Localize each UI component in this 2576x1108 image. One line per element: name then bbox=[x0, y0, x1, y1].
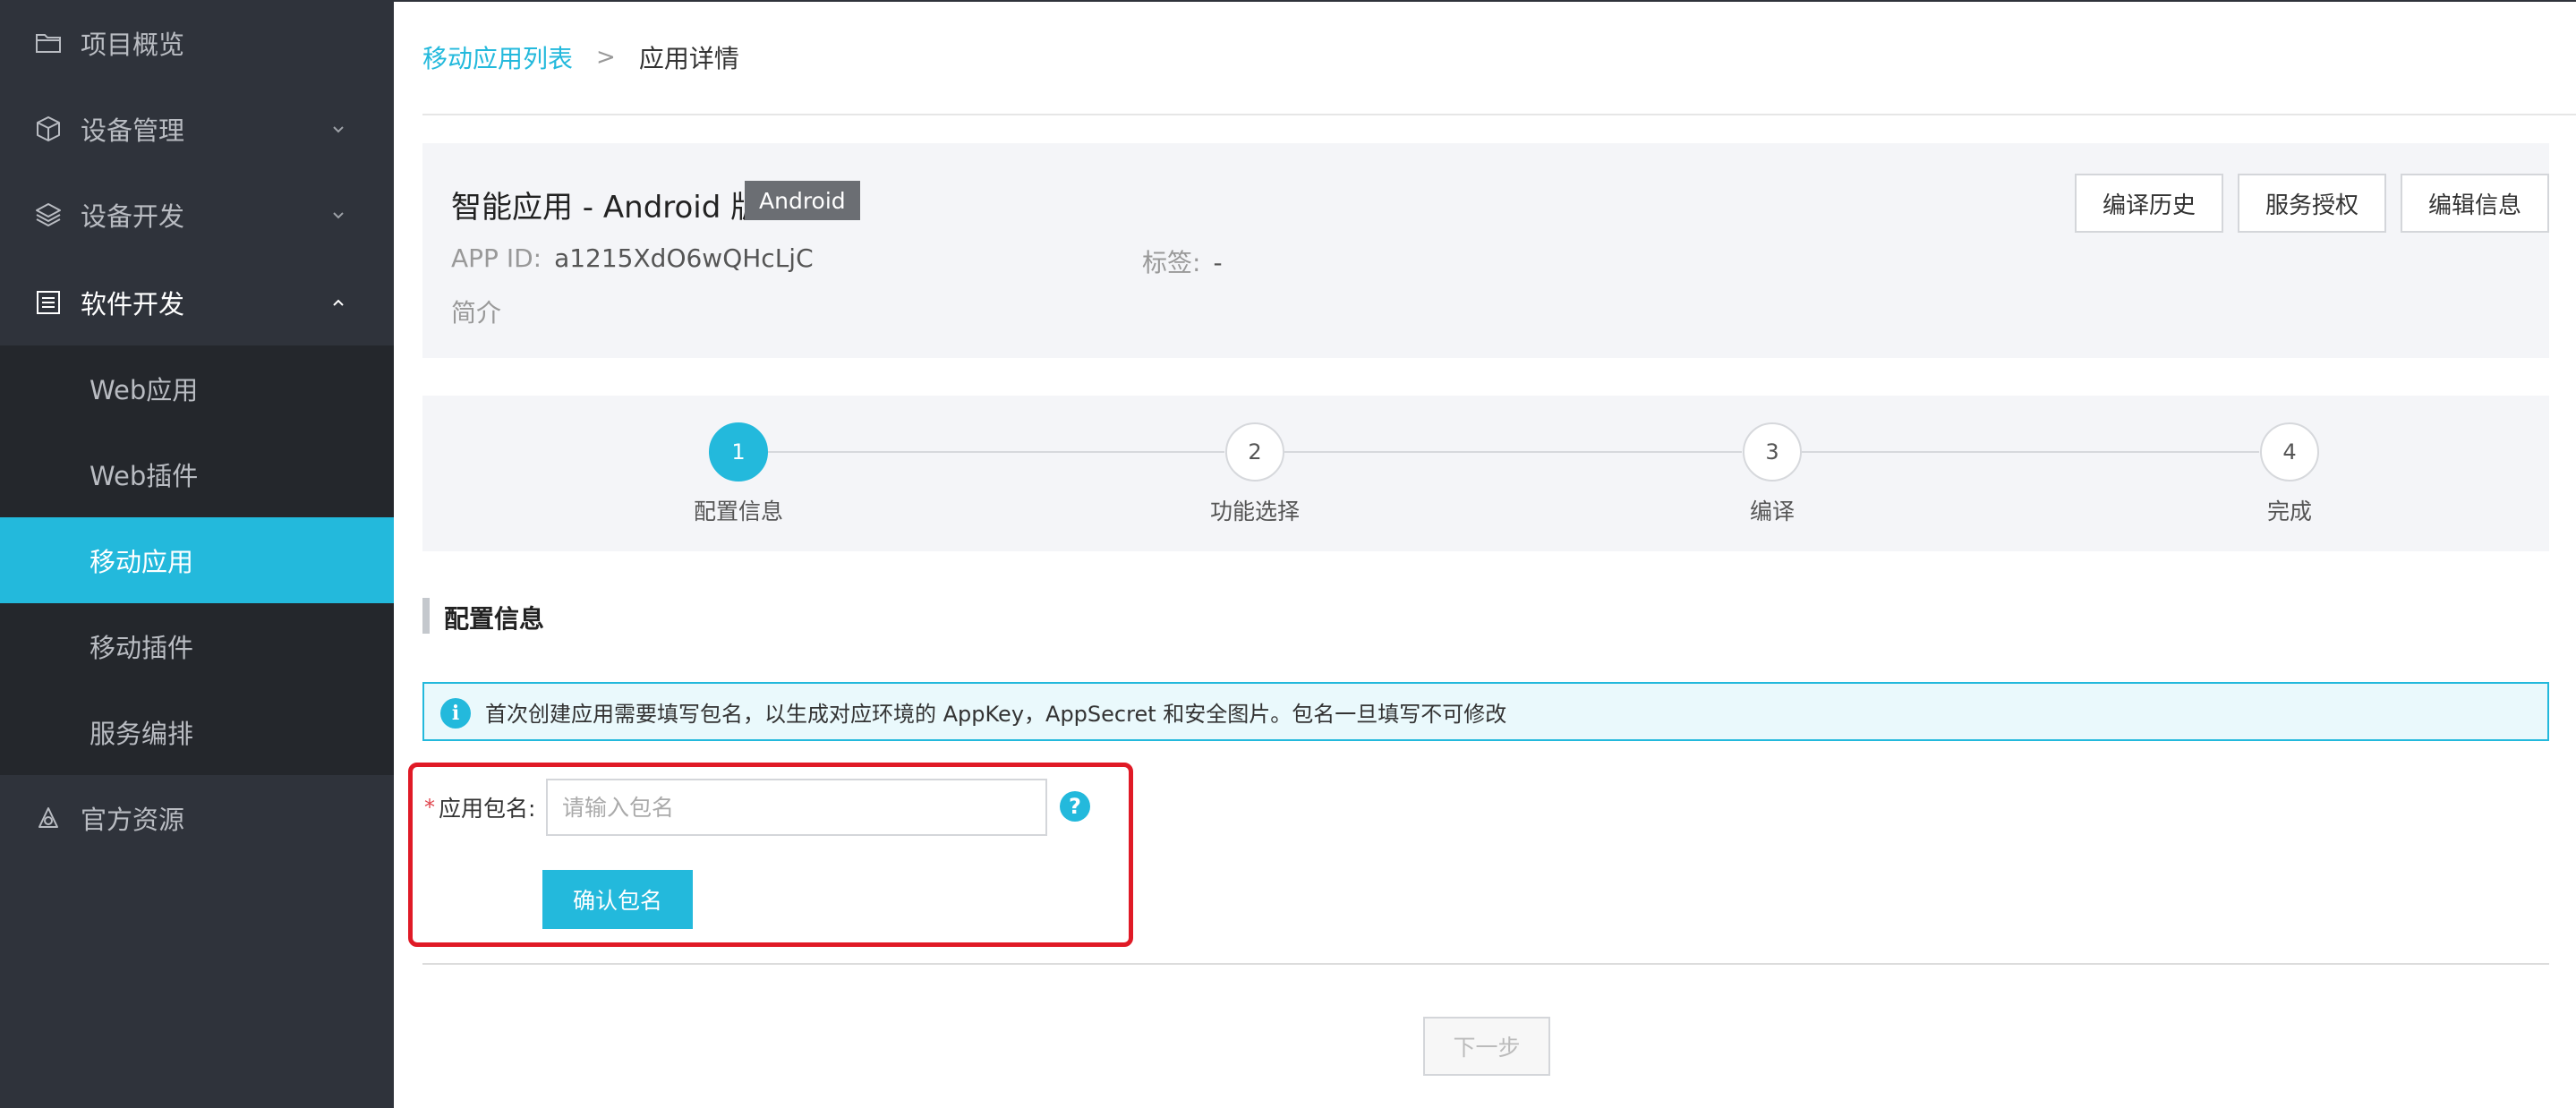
step-2-indicator: 2 bbox=[1225, 422, 1284, 482]
app-title: 智能应用 - Android 版 bbox=[451, 190, 762, 226]
step-2-label: 功能选择 bbox=[1209, 499, 1300, 524]
sidebar-item-project-overview[interactable]: 项目概览 bbox=[0, 0, 394, 86]
section-accent-bar bbox=[422, 598, 430, 634]
step-3-indicator: 3 bbox=[1743, 422, 1802, 482]
resource-icon bbox=[38, 807, 58, 828]
build-history-button[interactable]: 编译历史 bbox=[2075, 174, 2223, 233]
step-1-label: 配置信息 bbox=[693, 499, 783, 524]
sidebar-item-device-development[interactable]: 设备开发 bbox=[0, 172, 394, 258]
sidebar-subitem-label: Web应用 bbox=[90, 375, 199, 405]
sidebar-item-device-management[interactable]: 设备管理 bbox=[0, 86, 394, 172]
app-id-label: APP ID: bbox=[451, 243, 542, 273]
section-title: 配置信息 bbox=[444, 604, 545, 634]
step-4-indicator: 4 bbox=[2260, 422, 2319, 482]
sidebar-item-label: 项目概览 bbox=[81, 30, 185, 60]
sidebar: 项目概览 设备管理 设备开发 软件开发 Web应用 Web插件 移动应用 移动插… bbox=[0, 0, 394, 1108]
step-connector bbox=[1802, 451, 2259, 453]
edit-info-button[interactable]: 编辑信息 bbox=[2401, 174, 2549, 233]
app-info-card: 智能应用 - Android 版 Android APP ID: a1215XdO… bbox=[422, 143, 2549, 358]
chevron-down-icon bbox=[333, 212, 344, 219]
step-1-indicator: 1 bbox=[709, 422, 768, 482]
intro-label: 简介 bbox=[451, 298, 502, 328]
chevron-up-icon bbox=[333, 299, 344, 306]
step-connector bbox=[767, 451, 1224, 453]
sidebar-item-official-resources[interactable]: 官方资源 bbox=[0, 775, 394, 861]
sidebar-subitem-label: 移动应用 bbox=[90, 547, 194, 577]
breadcrumb-current: 应用详情 bbox=[638, 44, 739, 73]
sidebar-subitem-service-orchestration[interactable]: 服务编排 bbox=[0, 689, 394, 775]
top-border bbox=[394, 0, 2576, 2]
document-icon bbox=[37, 291, 60, 314]
package-name-input[interactable] bbox=[546, 779, 1047, 836]
sidebar-subitem-web-plugin[interactable]: Web插件 bbox=[0, 431, 394, 517]
sidebar-subitem-mobile-plugin[interactable]: 移动插件 bbox=[0, 603, 394, 689]
sidebar-item-software-development[interactable]: 软件开发 bbox=[0, 260, 394, 345]
info-alert: i 首次创建应用需要填写包名，以生成对应环境的 AppKey，AppSecret… bbox=[422, 682, 2549, 741]
sidebar-subitem-mobile-app[interactable]: 移动应用 bbox=[0, 517, 394, 603]
folder-icon bbox=[36, 34, 61, 53]
chevron-down-icon bbox=[333, 126, 344, 133]
divider bbox=[422, 963, 2549, 965]
breadcrumb: 移动应用列表 > 应用详情 bbox=[422, 39, 739, 75]
cube-icon bbox=[37, 116, 60, 141]
main-content: 移动应用列表 > 应用详情 智能应用 - Android 版 Android A… bbox=[394, 0, 2576, 1108]
tags-label: 标签: bbox=[1142, 248, 1201, 277]
tags-row: 标签: - bbox=[1142, 243, 1223, 279]
step-connector bbox=[1284, 451, 1742, 453]
service-auth-button[interactable]: 服务授权 bbox=[2238, 174, 2386, 233]
software-development-submenu: Web应用 Web插件 移动应用 移动插件 服务编排 bbox=[0, 345, 394, 775]
next-step-button[interactable]: 下一步 bbox=[1423, 1017, 1550, 1076]
layers-icon bbox=[36, 203, 61, 226]
help-icon[interactable]: ? bbox=[1060, 791, 1090, 822]
step-4-label: 完成 bbox=[2266, 499, 2312, 524]
breadcrumb-separator-icon: > bbox=[596, 44, 616, 71]
sidebar-subitem-label: 移动插件 bbox=[90, 633, 194, 663]
package-name-label: 应用包名: bbox=[439, 796, 536, 822]
required-mark: * bbox=[424, 795, 435, 820]
confirm-package-button[interactable]: 确认包名 bbox=[542, 870, 693, 929]
sidebar-item-label: 设备管理 bbox=[81, 115, 185, 146]
progress-steps: 1 配置信息 2 功能选择 3 编译 4 完成 bbox=[422, 396, 2549, 551]
platform-badge: Android bbox=[745, 181, 860, 220]
sidebar-item-label: 软件开发 bbox=[81, 289, 185, 320]
alert-text: 首次创建应用需要填写包名，以生成对应环境的 AppKey，AppSecret 和… bbox=[485, 701, 1507, 727]
sidebar-item-label: 官方资源 bbox=[81, 805, 185, 835]
info-icon: i bbox=[440, 698, 471, 729]
app-id-row: APP ID: a1215XdO6wQHcLjC bbox=[451, 243, 814, 273]
sidebar-subitem-label: Web插件 bbox=[90, 461, 199, 491]
sidebar-item-label: 设备开发 bbox=[81, 201, 185, 232]
breadcrumb-mobile-app-list-link[interactable]: 移动应用列表 bbox=[422, 39, 573, 75]
app-id-value: a1215XdO6wQHcLjC bbox=[554, 243, 814, 273]
divider bbox=[422, 114, 2576, 115]
tags-value: - bbox=[1213, 248, 1223, 277]
sidebar-subitem-web-app[interactable]: Web应用 bbox=[0, 345, 394, 431]
sidebar-subitem-label: 服务编排 bbox=[90, 719, 194, 749]
step-3-label: 编译 bbox=[1749, 499, 1795, 524]
